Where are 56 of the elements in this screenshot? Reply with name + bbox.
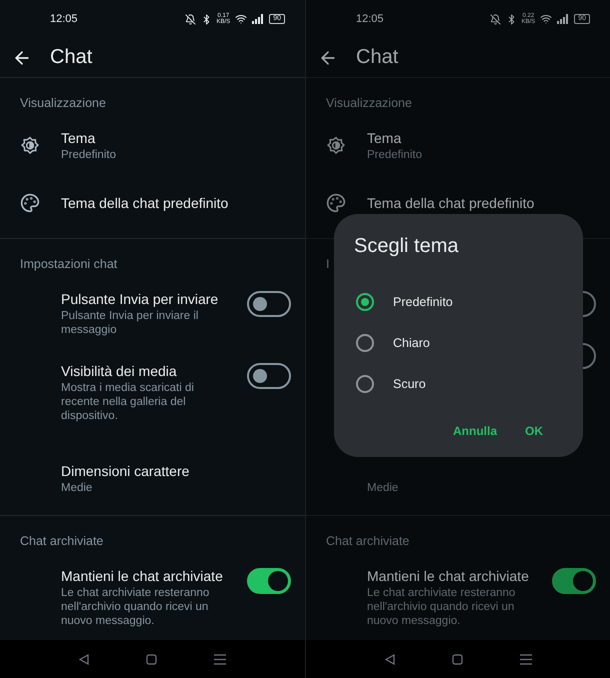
option-label[interactable]: Scuro	[393, 376, 426, 390]
section-heading: Impostazioni chat	[19, 256, 118, 273]
setting-title[interactable]: Tema della chat predefinito	[61, 193, 281, 213]
setting-description: Medie	[61, 481, 94, 495]
home-nav-icon[interactable]	[452, 654, 462, 664]
radio-button[interactable]	[356, 334, 374, 352]
setting-title[interactable]: Visibilità dei media	[61, 361, 237, 381]
bluetooth-icon	[506, 14, 517, 24]
signal-icon	[557, 14, 570, 24]
radio-button[interactable]	[356, 374, 374, 392]
section-heading: Visualizzazione	[325, 95, 413, 112]
bell-off-icon	[184, 14, 196, 24]
brightness-icon	[326, 136, 346, 156]
palette-icon	[326, 193, 346, 213]
menu-icon[interactable]	[520, 654, 532, 664]
palette-icon	[20, 193, 40, 213]
page-title: Chat	[356, 46, 398, 69]
back-nav-icon[interactable]	[78, 654, 89, 664]
menu-icon[interactable]	[214, 654, 226, 664]
option-label[interactable]: Predefinito	[393, 294, 453, 308]
home-nav-icon[interactable]	[146, 654, 157, 664]
toggle-switch[interactable]	[552, 568, 596, 594]
dialog-button[interactable]: Annulla	[453, 420, 497, 442]
bell-off-icon	[490, 14, 501, 24]
toggle-switch[interactable]	[247, 363, 291, 389]
status-time: 12:05	[50, 13, 78, 25]
back-nav-icon[interactable]	[384, 654, 394, 664]
setting-title[interactable]: Pulsante Invia per inviare	[61, 289, 237, 309]
status-time: 12:05	[356, 13, 384, 25]
setting-title[interactable]: Dimensioni carattere	[61, 461, 281, 481]
dialog-button[interactable]: OK	[525, 420, 543, 442]
setting-description: Mostra i media scaricati di recente nella galleria del dispositivo.	[61, 381, 195, 423]
setting-description: Le chat archiviate resteranno nell'archivio quando ricevi un nuovo messaggio.	[367, 586, 516, 628]
section-heading: Visualizzazione	[19, 95, 107, 112]
brightness-icon	[20, 136, 40, 156]
page-title: Chat	[50, 46, 92, 69]
setting-description: Le chat archiviate resteranno nell'archivio quando ricevi un nuovo messaggio.	[61, 586, 210, 628]
setting-description: Pulsante Invia per inviare il messaggio	[61, 309, 200, 337]
toggle-switch[interactable]	[247, 291, 291, 317]
section-heading: I	[325, 256, 330, 273]
setting-title[interactable]: Tema della chat predefinito	[367, 193, 587, 213]
setting-title[interactable]: Mantieni le chat archiviate	[367, 566, 543, 586]
dialog-title: Scegli tema	[354, 235, 460, 257]
setting-title[interactable]: Tema	[367, 128, 587, 148]
toggle-switch[interactable]	[247, 568, 291, 594]
setting-title[interactable]: Mantieni le chat archiviate	[61, 566, 237, 586]
option-label[interactable]: Chiaro	[393, 336, 430, 350]
setting-description: Medie	[367, 481, 400, 495]
signal-icon	[252, 14, 264, 24]
section-heading: Chat archiviate	[325, 533, 410, 550]
setting-title[interactable]: Tema	[61, 128, 281, 148]
setting-description: Predefinito	[367, 148, 423, 162]
section-heading: Chat archiviate	[19, 533, 104, 550]
radio-button[interactable]	[356, 292, 374, 310]
bluetooth-icon	[200, 14, 212, 24]
setting-description: Predefinito	[61, 148, 117, 162]
